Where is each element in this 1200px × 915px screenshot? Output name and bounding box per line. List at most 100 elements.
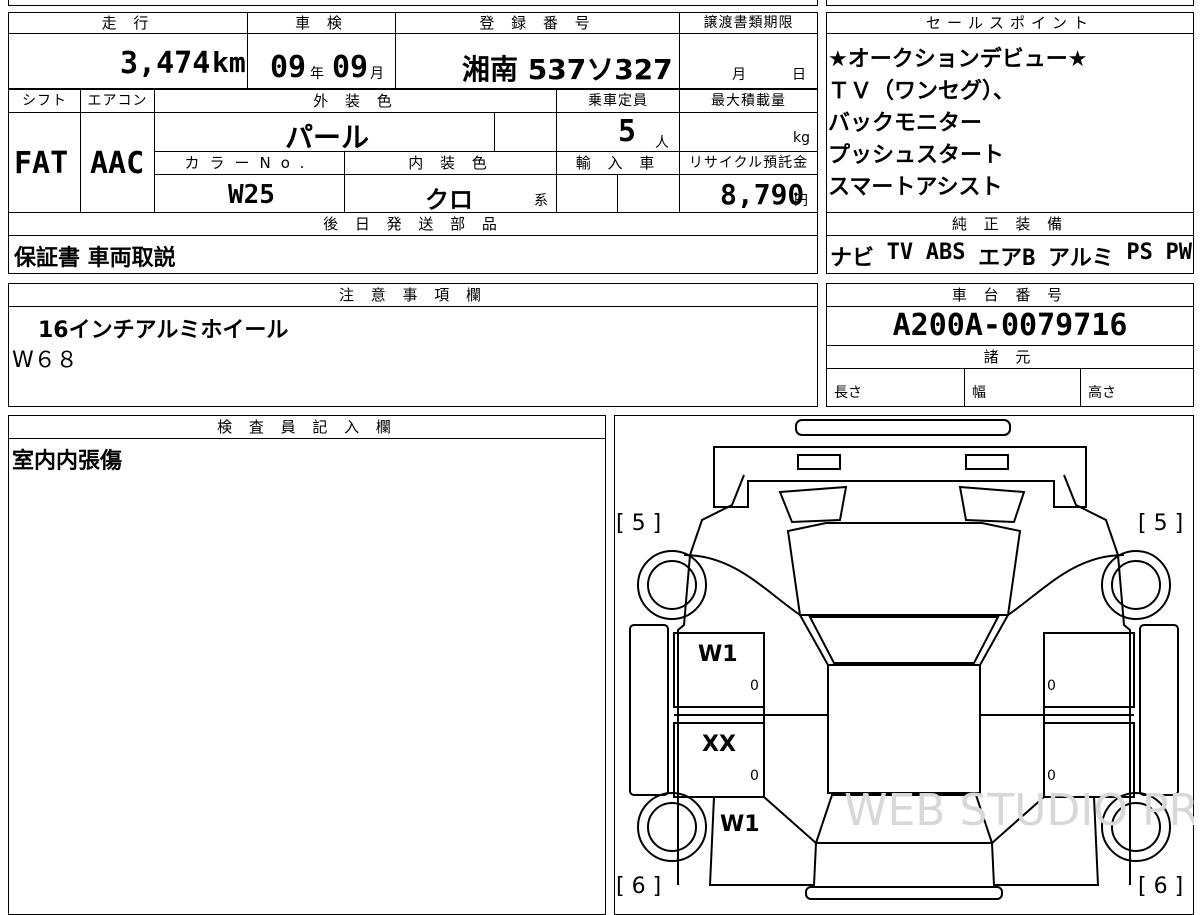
windshield (808, 616, 1000, 664)
header-mileage: 走 行 (8, 12, 248, 34)
mark-left-rear-door: XX (702, 732, 736, 757)
equipment-item: エアB (978, 246, 1036, 271)
deadline-month: 月 (732, 67, 746, 83)
header-specs: 諸 元 (826, 345, 1194, 369)
mark-left-front-door: W1 (698, 642, 738, 667)
header-recycle: リサイクル預託金 (679, 151, 818, 175)
later-parts-value: 保証書 車両取説 (14, 246, 176, 271)
color-no-value: W25 (228, 180, 275, 210)
sales-points-list: ★オークションデビュー★ ＴＶ（ワンセグ）、 バックモニター プッシュスタート … (828, 44, 1192, 204)
inspection-month: 09 (332, 50, 369, 85)
header-color-no: カラーNo. (154, 151, 345, 175)
header-aircon: エアコン (80, 89, 155, 113)
equipment-item: TV (886, 240, 914, 265)
right-front-door (1043, 632, 1135, 708)
front-right-wheel (1111, 560, 1161, 610)
chassis-no-value: A200A-0079716 (892, 308, 1128, 343)
notes-line-2: W６８ (12, 348, 78, 373)
sales-point: スマートアシスト (828, 175, 1003, 200)
inspector-box (8, 415, 606, 915)
fender-left (683, 554, 801, 616)
capacity-unit: 人 (655, 135, 669, 151)
front-bumper (795, 419, 1011, 436)
tire-rear-left: [ 6 ] (616, 874, 662, 899)
mileage-unit: km (212, 46, 246, 79)
inspection-month-unit: 月 (370, 66, 384, 82)
header-registration: 登 録 番 号 (395, 12, 680, 34)
capacity-value: 5 (618, 114, 637, 149)
tire-rear-right: [ 6 ] (1138, 874, 1184, 899)
import-cell-b (617, 174, 680, 213)
a-pillar-right (979, 614, 1009, 666)
recycle-value: 8,790 (720, 178, 805, 211)
spec-height: 高さ (1088, 385, 1116, 401)
zero-left-front: 0 (750, 678, 759, 694)
inspection-year: 09 (270, 50, 307, 85)
header-shift: シフト (8, 89, 81, 113)
left-sill (629, 624, 669, 796)
registration-value: 湘南 537ソ327 (462, 53, 673, 86)
header-exterior-color: 外 装 色 (154, 89, 557, 113)
shift-value: FAT (14, 146, 69, 181)
header-genuine-equipment: 純 正 装 備 (826, 212, 1194, 236)
header-interior-color: 内 装 色 (344, 151, 557, 175)
fender-right (1007, 554, 1125, 616)
headlight-right (958, 485, 1026, 524)
roof (827, 664, 981, 794)
mileage-value: 3,474 (120, 46, 211, 81)
top-strip-right (826, 0, 1194, 6)
interior-color-value: クロ (425, 186, 473, 214)
equipment-item: アルミ (1047, 246, 1114, 271)
hood (786, 522, 1022, 616)
header-capacity: 乗車定員 (556, 89, 680, 113)
equipment-list: ナビ TV ABS エアB アルミ PS PW (830, 240, 1192, 272)
import-cell-a (556, 174, 618, 213)
zero-right-rear: 0 (1047, 768, 1056, 784)
header-later-parts: 後 日 発 送 部 品 (8, 212, 818, 236)
a-pillar-left (799, 614, 829, 666)
header-sales-points: セールスポイント (826, 12, 1194, 34)
rear-bumper (805, 886, 1003, 900)
zero-left-rear: 0 (750, 768, 759, 784)
grille-left (797, 454, 841, 470)
header-inspection: 車 検 (247, 12, 396, 34)
equipment-item: PW (1165, 240, 1192, 265)
spec-length: 長さ (834, 385, 862, 401)
tire-front-right: [ 5 ] (1138, 511, 1184, 536)
rear-left-wheel (647, 802, 697, 852)
header-notes: 注 意 事 項 欄 (8, 283, 818, 307)
tire-front-left: [ 5 ] (616, 511, 662, 536)
spec-width: 幅 (972, 385, 986, 401)
top-strip (8, 0, 818, 6)
inspection-year-unit: 年 (310, 66, 324, 82)
header-inspector: 検 査 員 記 入 欄 (8, 415, 606, 439)
right-sill (1139, 624, 1179, 796)
exterior-color-value: パール (285, 121, 370, 154)
inspector-note: 室内内張傷 (12, 449, 123, 474)
front-left-wheel (647, 560, 697, 610)
front-panel (713, 446, 1087, 508)
exterior-color-extra (494, 112, 557, 152)
sales-point: プッシュスタート (828, 143, 1005, 168)
headlight-left (778, 485, 848, 524)
deadline-day: 日 (792, 67, 806, 83)
sales-point: ★オークションデビュー★ (828, 47, 1088, 72)
equipment-item: ABS (925, 240, 966, 265)
recycle-unit: 円 (794, 193, 808, 209)
notes-line-1: 16インチアルミホイール (38, 318, 289, 343)
aircon-value: AAC (90, 146, 145, 181)
rear-quarter-left (708, 796, 818, 886)
sales-point: バックモニター (828, 111, 983, 136)
equipment-item: ナビ (830, 246, 875, 271)
max-load-unit: kg (793, 130, 810, 146)
interior-color-suffix: 系 (534, 193, 548, 209)
mark-left-rear-quarter: W1 (720, 812, 760, 837)
watermark: WEB STUDIO PRO (844, 785, 1194, 836)
sales-point: ＴＶ（ワンセグ）、 (828, 79, 1016, 104)
grille-right (965, 454, 1009, 470)
header-chassis-no: 車 台 番 号 (826, 283, 1194, 307)
zero-right-front: 0 (1047, 678, 1056, 694)
header-import: 輸 入 車 (556, 151, 680, 175)
equipment-item: PS (1126, 240, 1153, 265)
header-max-load: 最大積載量 (679, 89, 818, 113)
